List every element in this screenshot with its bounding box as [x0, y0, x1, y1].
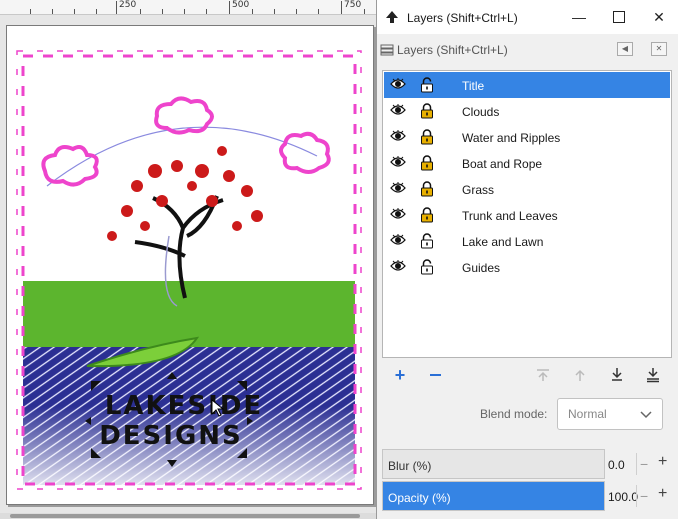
layer-name[interactable]: Grass — [462, 183, 494, 197]
lawn — [23, 281, 355, 347]
blend-mode-select[interactable]: Normal — [557, 398, 663, 430]
raise-to-top-icon — [537, 369, 549, 381]
lock-open-icon[interactable] — [420, 259, 434, 278]
eye-icon[interactable] — [390, 182, 406, 197]
lower-to-bottom-button[interactable] — [644, 366, 662, 384]
plus-icon: + — [394, 364, 406, 385]
layer-name[interactable]: Boat and Rope — [462, 157, 542, 171]
eye-icon[interactable] — [390, 130, 406, 145]
layer-row[interactable]: Clouds — [384, 98, 670, 124]
eye-icon[interactable] — [390, 78, 406, 93]
blur-value[interactable]: 0.0 — [608, 458, 636, 472]
layer-row[interactable]: Water and Ripples — [384, 124, 670, 150]
dock-header: Layers (Shift+Ctrl+L) ◀ ✕ — [377, 36, 678, 62]
cloud-right — [279, 131, 331, 174]
layer-name[interactable]: Title — [462, 79, 484, 93]
raise-layer-button[interactable] — [571, 366, 589, 384]
blur-slider[interactable]: Blur (%) — [382, 449, 605, 479]
chevron-down-icon — [640, 411, 652, 419]
horizontal-ruler: 250 500 750 — [0, 0, 380, 15]
inkscape-icon — [386, 11, 398, 23]
layers-dialog: Layers (Shift+Ctrl+L) — ✕ Layers (Shift+… — [376, 0, 678, 519]
ruler-label-750: 750 — [344, 0, 362, 10]
opacity-decrement-button[interactable]: − — [640, 488, 648, 504]
dialog-title: Layers (Shift+Ctrl+L) — [407, 11, 518, 25]
layer-name[interactable]: Water and Ripples — [462, 131, 560, 145]
lower-layer-button[interactable] — [608, 366, 626, 384]
layer-row[interactable]: Grass — [384, 176, 670, 202]
horizontal-scrollbar[interactable] — [0, 513, 380, 519]
close-icon: ✕ — [653, 8, 665, 25]
lower-icon — [612, 368, 622, 381]
opacity-value[interactable]: 100.0 — [608, 490, 638, 504]
ruler-label-250: 250 — [119, 0, 137, 10]
remove-layer-button[interactable] — [426, 366, 444, 384]
minimize-icon: — — [572, 9, 586, 25]
blur-decrement-button[interactable]: − — [640, 456, 648, 472]
cloud-left — [41, 145, 99, 187]
document-page[interactable]: LAKESIDE DESIGNS — [6, 25, 374, 505]
minimize-button[interactable]: — — [559, 0, 599, 34]
layer-row[interactable]: Trunk and Leaves — [384, 202, 670, 228]
raise-to-top-button[interactable] — [534, 366, 552, 384]
layer-name[interactable]: Trunk and Leaves — [462, 209, 558, 223]
layers-list[interactable]: Title Clouds Water and Ripples Boat and Rop… — [382, 70, 672, 358]
dock-collapse-button[interactable]: ◀ — [617, 42, 633, 56]
opacity-slider[interactable]: Opacity (%) — [382, 481, 605, 511]
ruler-tick — [229, 1, 230, 14]
maximize-button[interactable] — [599, 0, 639, 34]
lock-open-icon[interactable] — [420, 233, 434, 252]
dialog-titlebar[interactable]: Layers (Shift+Ctrl+L) — ✕ — [377, 0, 678, 34]
blend-mode-value: Normal — [568, 407, 607, 421]
maximize-icon — [613, 11, 625, 23]
eye-icon[interactable] — [390, 260, 406, 275]
opacity-label: Opacity (%) — [388, 491, 451, 505]
artwork-title-line1[interactable]: LAKESIDE — [105, 391, 263, 421]
layer-row[interactable]: Guides — [384, 254, 670, 280]
ruler-tick — [341, 1, 342, 14]
opacity-slider-row: Opacity (%) 100.0 − + — [382, 481, 676, 511]
lock-closed-icon[interactable] — [420, 181, 434, 200]
layer-name[interactable]: Lake and Lawn — [462, 235, 543, 249]
artwork-title-line2[interactable]: DESIGNS — [99, 421, 243, 451]
layer-row[interactable]: Boat and Rope — [384, 150, 670, 176]
layer-row[interactable]: Title — [384, 72, 670, 98]
layer-name[interactable]: Guides — [462, 261, 500, 275]
artwork[interactable]: LAKESIDE DESIGNS — [7, 26, 373, 504]
dock-title: Layers (Shift+Ctrl+L) — [397, 43, 508, 57]
blend-mode-label: Blend mode: — [480, 407, 548, 421]
blur-increment-button[interactable]: + — [658, 453, 667, 471]
blur-slider-row: Blur (%) 0.0 − + — [382, 449, 676, 479]
layers-icon — [380, 44, 394, 56]
layer-row[interactable]: Lake and Lawn — [384, 228, 670, 254]
add-layer-button[interactable]: + — [391, 364, 409, 385]
minus-icon — [429, 374, 441, 376]
lock-closed-icon[interactable] — [420, 155, 434, 174]
lower-to-bottom-icon — [647, 368, 659, 383]
eye-icon[interactable] — [390, 156, 406, 171]
drawing-canvas[interactable]: LAKESIDE DESIGNS — [0, 15, 380, 519]
eye-icon[interactable] — [390, 208, 406, 223]
opacity-increment-button[interactable]: + — [658, 485, 667, 503]
lock-closed-icon[interactable] — [420, 103, 434, 122]
eye-icon[interactable] — [390, 234, 406, 249]
close-button[interactable]: ✕ — [639, 0, 678, 34]
lock-open-icon[interactable] — [420, 77, 434, 96]
eye-icon[interactable] — [390, 104, 406, 119]
lock-closed-icon[interactable] — [420, 129, 434, 148]
blur-label: Blur (%) — [388, 459, 432, 473]
dock-close-button[interactable]: ✕ — [651, 42, 667, 56]
layer-name[interactable]: Clouds — [462, 105, 499, 119]
raise-icon — [575, 369, 585, 381]
lock-closed-icon[interactable] — [420, 207, 434, 226]
ruler-label-500: 500 — [232, 0, 250, 10]
ruler-tick — [116, 1, 117, 14]
